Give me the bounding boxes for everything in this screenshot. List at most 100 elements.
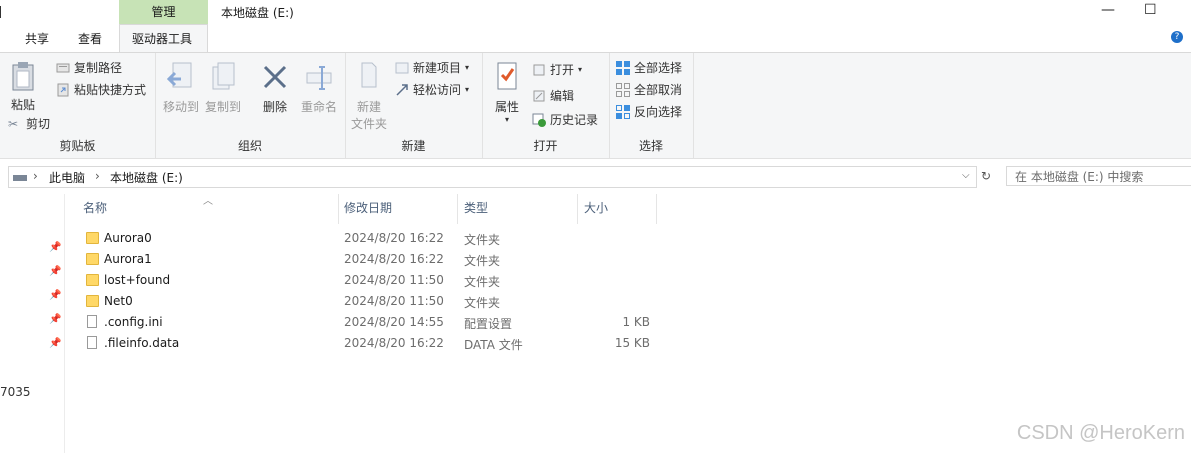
delete-button[interactable]: 删除 <box>255 61 295 115</box>
window-title: 本地磁盘 (E:) <box>221 6 294 20</box>
file-type: 文件夹 <box>464 296 501 310</box>
search-input[interactable]: 在 本地磁盘 (E:) 中搜索 <box>1006 166 1191 186</box>
history-label: 历史记录 <box>550 113 599 127</box>
copy-to-icon <box>212 62 235 90</box>
minimize-button[interactable]: — <box>1101 2 1115 18</box>
file-date: 2024/8/20 11:50 <box>344 294 444 308</box>
file-date: 2024/8/20 16:22 <box>344 231 444 245</box>
folder-icon <box>86 253 99 265</box>
column-divider[interactable] <box>656 194 657 224</box>
breadcrumb-this-pc[interactable]: 此电脑 <box>49 169 85 186</box>
group-label-open: 打开 <box>533 139 558 153</box>
group-label-organize: 组织 <box>237 139 262 153</box>
title-bar: 管理 本地磁盘 (E:) — ☐ <box>0 0 1191 24</box>
address-bar[interactable]: › 此电脑 › 本地磁盘 (E:) ⌵ <box>8 166 977 188</box>
paste-button[interactable]: 粘贴 <box>8 61 38 113</box>
refresh-icon[interactable]: ↻ <box>978 166 994 186</box>
easy-access-button[interactable]: 轻松访问 ▾ <box>395 81 469 98</box>
ini-file-icon <box>87 315 97 328</box>
paste-shortcut-icon <box>57 83 69 96</box>
new-folder-button[interactable]: 新建 文件夹 <box>351 61 387 132</box>
cut-label: 剪切 <box>26 117 51 131</box>
column-divider[interactable] <box>338 194 339 224</box>
new-folder-label-2: 文件夹 <box>351 117 388 131</box>
rename-button[interactable]: 重命名 <box>297 61 341 115</box>
select-all-button[interactable]: 全部选择 <box>616 59 682 76</box>
column-header-date[interactable]: 修改日期 <box>344 199 392 216</box>
file-row[interactable]: .config.ini 2024/8/20 14:55 配置设置 1 KB <box>80 313 660 334</box>
column-divider[interactable] <box>577 194 578 224</box>
column-header-size[interactable]: 大小 <box>584 199 608 216</box>
column-header-name[interactable]: 名称 <box>83 199 107 216</box>
file-size: 1 KB <box>622 315 650 329</box>
file-name: .config.ini <box>104 315 163 329</box>
properties-button[interactable]: 属性 ▾ <box>490 61 524 124</box>
address-dropdown-icon[interactable]: ⌵ <box>962 170 970 181</box>
file-row[interactable]: .fileinfo.data 2024/8/20 16:22 DATA 文件 1… <box>80 334 660 355</box>
group-label-new: 新建 <box>401 139 426 153</box>
breadcrumb-drive-e[interactable]: 本地磁盘 (E:) <box>110 169 183 186</box>
select-all-icon <box>616 60 630 75</box>
tab-view[interactable]: 查看 <box>78 30 102 47</box>
navigation-pane: 📌 📌 📌 📌 📌 <box>0 194 65 453</box>
sort-ascending-icon: ︿ <box>203 196 213 207</box>
move-to-button[interactable]: 移动到 <box>163 61 199 115</box>
pin-icon[interactable]: 📌 <box>49 290 61 301</box>
file-date: 2024/8/20 16:22 <box>344 336 444 350</box>
file-type: DATA 文件 <box>464 338 523 352</box>
edit-button[interactable]: 编辑 <box>532 87 574 104</box>
tab-drive-tools[interactable]: 驱动器工具 <box>119 24 208 52</box>
open-button[interactable]: 打开 ▾ <box>532 61 582 78</box>
help-icon[interactable]: ? <box>1171 31 1183 43</box>
new-item-label: 新建项目 <box>413 61 462 75</box>
tab-manage-context[interactable]: 管理 <box>119 0 208 24</box>
pin-icon[interactable]: 📌 <box>49 266 61 277</box>
invert-selection-button[interactable]: 反向选择 <box>616 103 682 120</box>
file-type: 文件夹 <box>464 275 501 289</box>
open-label: 打开 <box>550 63 575 77</box>
group-organize: 移动到 复制到 删除 重命名 组织 <box>155 53 346 158</box>
edit-label: 编辑 <box>550 89 575 103</box>
copy-path-button[interactable]: 复制路径 <box>56 59 122 76</box>
column-header-type[interactable]: 类型 <box>464 199 488 216</box>
file-row[interactable]: Aurora0 2024/8/20 16:22 文件夹 <box>80 229 660 250</box>
file-type: 文件夹 <box>464 254 501 268</box>
history-button[interactable]: 历史记录 <box>532 111 598 128</box>
group-label-select: 选择 <box>638 139 663 153</box>
pin-icon[interactable]: 📌 <box>49 338 61 349</box>
nav-item-partial-label[interactable]: 7035 <box>0 385 31 399</box>
breadcrumb-separator-icon: › <box>95 169 100 183</box>
pin-icon[interactable]: 📌 <box>49 314 61 325</box>
chevron-down-icon: ▾ <box>504 115 509 124</box>
pin-icon[interactable]: 📌 <box>49 242 61 253</box>
copy-to-button[interactable]: 复制到 <box>205 61 241 115</box>
select-none-icon <box>616 82 630 97</box>
copy-path-label: 复制路径 <box>74 61 123 75</box>
file-row[interactable]: Aurora1 2024/8/20 16:22 文件夹 <box>80 250 660 271</box>
column-divider[interactable] <box>457 194 458 224</box>
easy-access-label: 轻松访问 <box>413 83 462 97</box>
new-item-button[interactable]: 新建项目 ▾ <box>395 59 469 76</box>
group-open: 属性 ▾ 打开 ▾ 编辑 历史记录 打开 <box>482 53 610 158</box>
file-type: 配置设置 <box>464 317 513 331</box>
maximize-button[interactable]: ☐ <box>1144 2 1157 18</box>
new-item-icon <box>395 62 409 73</box>
new-folder-label-1: 新建 <box>356 100 381 114</box>
group-select: 全部选择 全部取消 反向选择 选择 <box>609 53 694 158</box>
select-none-button[interactable]: 全部取消 <box>616 81 682 98</box>
group-clipboard: 粘贴 ✂ 剪切 复制路径 粘贴快捷方式 剪贴板 <box>0 53 156 158</box>
ribbon: 粘贴 ✂ 剪切 复制路径 粘贴快捷方式 剪贴板 移动到 复制到 删除 重命名 组… <box>0 53 1191 159</box>
group-label-clipboard: 剪贴板 <box>59 139 96 153</box>
paste-shortcut-button[interactable]: 粘贴快捷方式 <box>56 81 146 98</box>
file-name: .fileinfo.data <box>104 336 180 350</box>
properties-icon <box>497 62 517 90</box>
tab-share[interactable]: 共享 <box>25 30 49 47</box>
file-row[interactable]: lost+found 2024/8/20 11:50 文件夹 <box>80 271 660 292</box>
chevron-down-icon: ▾ <box>578 65 583 74</box>
file-row[interactable]: Net0 2024/8/20 11:50 文件夹 <box>80 292 660 313</box>
folder-icon <box>86 232 99 244</box>
move-to-icon <box>166 62 192 88</box>
cut-button[interactable]: ✂ 剪切 <box>8 115 50 132</box>
open-icon <box>533 64 545 75</box>
file-name: Net0 <box>104 294 133 308</box>
